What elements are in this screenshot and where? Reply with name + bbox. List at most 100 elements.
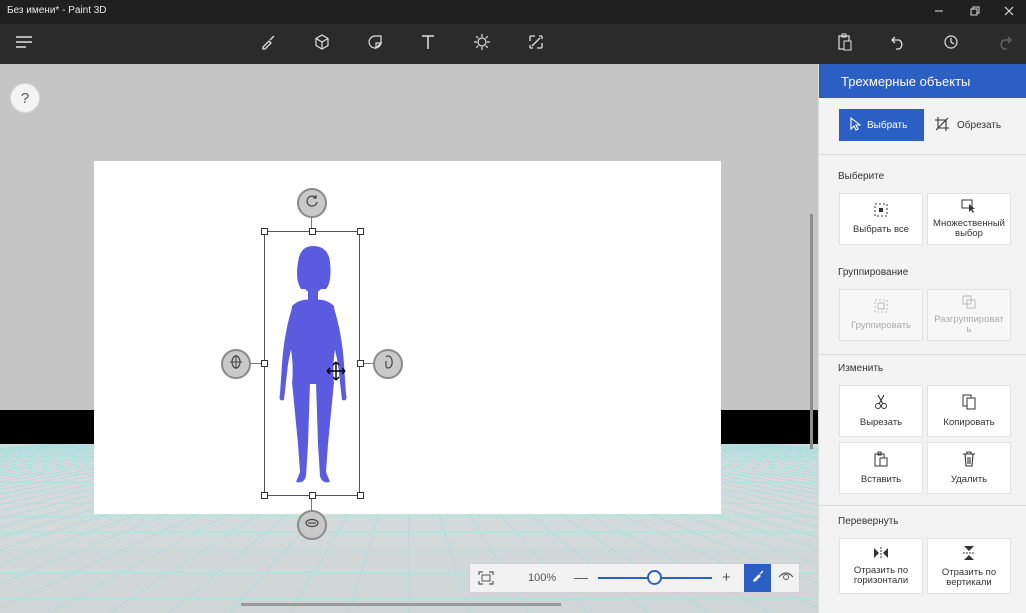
canvas-button[interactable] bbox=[516, 24, 556, 64]
group-button[interactable]: Группировать bbox=[839, 289, 923, 341]
multi-select-icon bbox=[961, 199, 977, 216]
floor-grid-line bbox=[0, 444, 104, 455]
vertical-scrollbar[interactable] bbox=[810, 214, 813, 449]
effects-icon bbox=[473, 33, 491, 56]
flip-vertical-button[interactable]: Отразить по вертикали bbox=[927, 538, 1011, 594]
flip-horizontal-button[interactable]: Отразить по горизонтали bbox=[839, 538, 923, 594]
flip-vertical-icon bbox=[963, 545, 975, 564]
cut-button[interactable]: Вырезать bbox=[839, 385, 923, 437]
group-label: Группировать bbox=[850, 320, 911, 331]
section-flip-label: Перевернуть bbox=[838, 516, 899, 527]
eye-icon bbox=[778, 569, 794, 587]
copy-icon bbox=[962, 394, 976, 413]
canvas-icon bbox=[528, 34, 544, 55]
brushes-button[interactable] bbox=[248, 24, 288, 64]
horizontal-scrollbar[interactable] bbox=[241, 603, 561, 606]
ungroup-button[interactable]: Разгруппироват ь bbox=[927, 289, 1011, 341]
resize-handle-tl[interactable] bbox=[261, 228, 268, 235]
flip-horizontal-label-line1: Отразить по bbox=[853, 564, 909, 576]
title-bar: Без имени* - Paint 3D bbox=[0, 0, 1026, 24]
flip-vertical-label-line2: вертикали bbox=[946, 576, 992, 588]
crop-mode-label: Обрезать bbox=[957, 119, 1002, 131]
view-3d-button[interactable] bbox=[772, 564, 799, 592]
minimize-button[interactable] bbox=[922, 0, 956, 24]
divider bbox=[819, 154, 1026, 155]
rotate-z-icon bbox=[305, 194, 319, 213]
undo-button[interactable] bbox=[878, 24, 918, 64]
text-button[interactable] bbox=[408, 24, 448, 64]
scissors-icon bbox=[874, 394, 888, 413]
brush-icon bbox=[752, 569, 764, 587]
main-toolbar bbox=[0, 24, 1026, 64]
multi-select-label-line2: выбор bbox=[955, 228, 983, 239]
paste-icon bbox=[874, 451, 888, 470]
close-button[interactable] bbox=[992, 0, 1026, 24]
resize-handle-b[interactable] bbox=[309, 492, 316, 499]
resize-handle-r[interactable] bbox=[357, 360, 364, 367]
select-cursor-icon bbox=[849, 116, 862, 134]
rotate-y-handle[interactable] bbox=[373, 349, 403, 379]
crop-mode-button[interactable]: Обрезать bbox=[931, 109, 1015, 141]
select-mode-button[interactable]: Выбрать bbox=[839, 109, 924, 141]
cut-label: Вырезать bbox=[859, 417, 903, 428]
workspace[interactable]: ? 100% — + bbox=[0, 64, 818, 613]
history-button[interactable] bbox=[931, 24, 971, 64]
rotate-y-icon bbox=[381, 354, 395, 375]
menu-icon bbox=[15, 35, 33, 54]
undo-icon bbox=[890, 34, 906, 55]
flip-horizontal-label-line2: горизонтали bbox=[853, 574, 909, 586]
brushes-icon bbox=[260, 34, 276, 55]
select-all-button[interactable]: Выбрать все bbox=[839, 193, 923, 245]
resize-handle-bl[interactable] bbox=[261, 492, 268, 499]
help-button[interactable]: ? bbox=[10, 83, 40, 113]
depth-icon bbox=[304, 516, 320, 534]
crop-icon bbox=[935, 116, 949, 134]
stickers-button[interactable] bbox=[355, 24, 395, 64]
rotate-z-handle[interactable] bbox=[297, 188, 327, 218]
resize-handle-l[interactable] bbox=[261, 360, 268, 367]
drawing-canvas[interactable] bbox=[94, 161, 721, 514]
restore-icon bbox=[970, 6, 980, 19]
flip-vertical-label-line1: Отразить по bbox=[941, 566, 997, 578]
select-all-label: Выбрать все bbox=[853, 224, 909, 235]
resize-handle-tr[interactable] bbox=[357, 228, 364, 235]
3d-shapes-button[interactable] bbox=[302, 24, 342, 64]
paste-button[interactable]: Вставить bbox=[839, 442, 923, 494]
trash-icon bbox=[962, 451, 976, 470]
zoom-percent: 100% bbox=[528, 572, 557, 584]
effects-button[interactable] bbox=[462, 24, 502, 64]
3d-objects-panel: Трехмерные объекты Выбрать Обрезать Выбе… bbox=[818, 64, 1026, 613]
zoom-in-button[interactable]: + bbox=[722, 569, 731, 586]
panel-title: Трехмерные объекты bbox=[841, 74, 971, 89]
delete-label: Удалить bbox=[950, 474, 988, 485]
copy-label: Копировать bbox=[943, 417, 995, 428]
menu-button[interactable] bbox=[4, 24, 44, 64]
delete-button[interactable]: Удалить bbox=[927, 442, 1011, 494]
rotate-x-handle[interactable] bbox=[221, 349, 251, 379]
section-edit-label: Изменить bbox=[838, 363, 884, 374]
group-icon bbox=[874, 299, 888, 316]
resize-handle-br[interactable] bbox=[357, 492, 364, 499]
floor-grid-line bbox=[0, 444, 95, 454]
text-icon bbox=[420, 34, 436, 55]
edit-mode-button[interactable] bbox=[744, 564, 771, 592]
depth-handle[interactable] bbox=[297, 510, 327, 540]
resize-handle-t[interactable] bbox=[309, 228, 316, 235]
ungroup-icon bbox=[962, 295, 976, 312]
close-icon bbox=[1004, 6, 1014, 19]
fit-to-screen-icon[interactable] bbox=[478, 571, 494, 590]
paint3d-window: Без имени* - Paint 3D ? 100% — + Трехмер… bbox=[0, 0, 1026, 613]
select-all-icon bbox=[874, 203, 888, 220]
move-cursor-icon bbox=[326, 361, 346, 386]
multi-select-button[interactable]: Множественный выбор bbox=[927, 193, 1011, 245]
copy-button[interactable]: Копировать bbox=[927, 385, 1011, 437]
zoom-slider-thumb[interactable] bbox=[647, 570, 662, 585]
redo-button[interactable] bbox=[985, 24, 1025, 64]
zoom-out-button[interactable]: — bbox=[574, 569, 588, 585]
help-label: ? bbox=[20, 89, 30, 107]
paste-toolbar-button[interactable] bbox=[825, 24, 865, 64]
minimize-icon bbox=[934, 6, 944, 19]
paste-icon bbox=[837, 33, 853, 56]
paste-label: Вставить bbox=[860, 474, 902, 485]
restore-button[interactable] bbox=[958, 0, 992, 24]
